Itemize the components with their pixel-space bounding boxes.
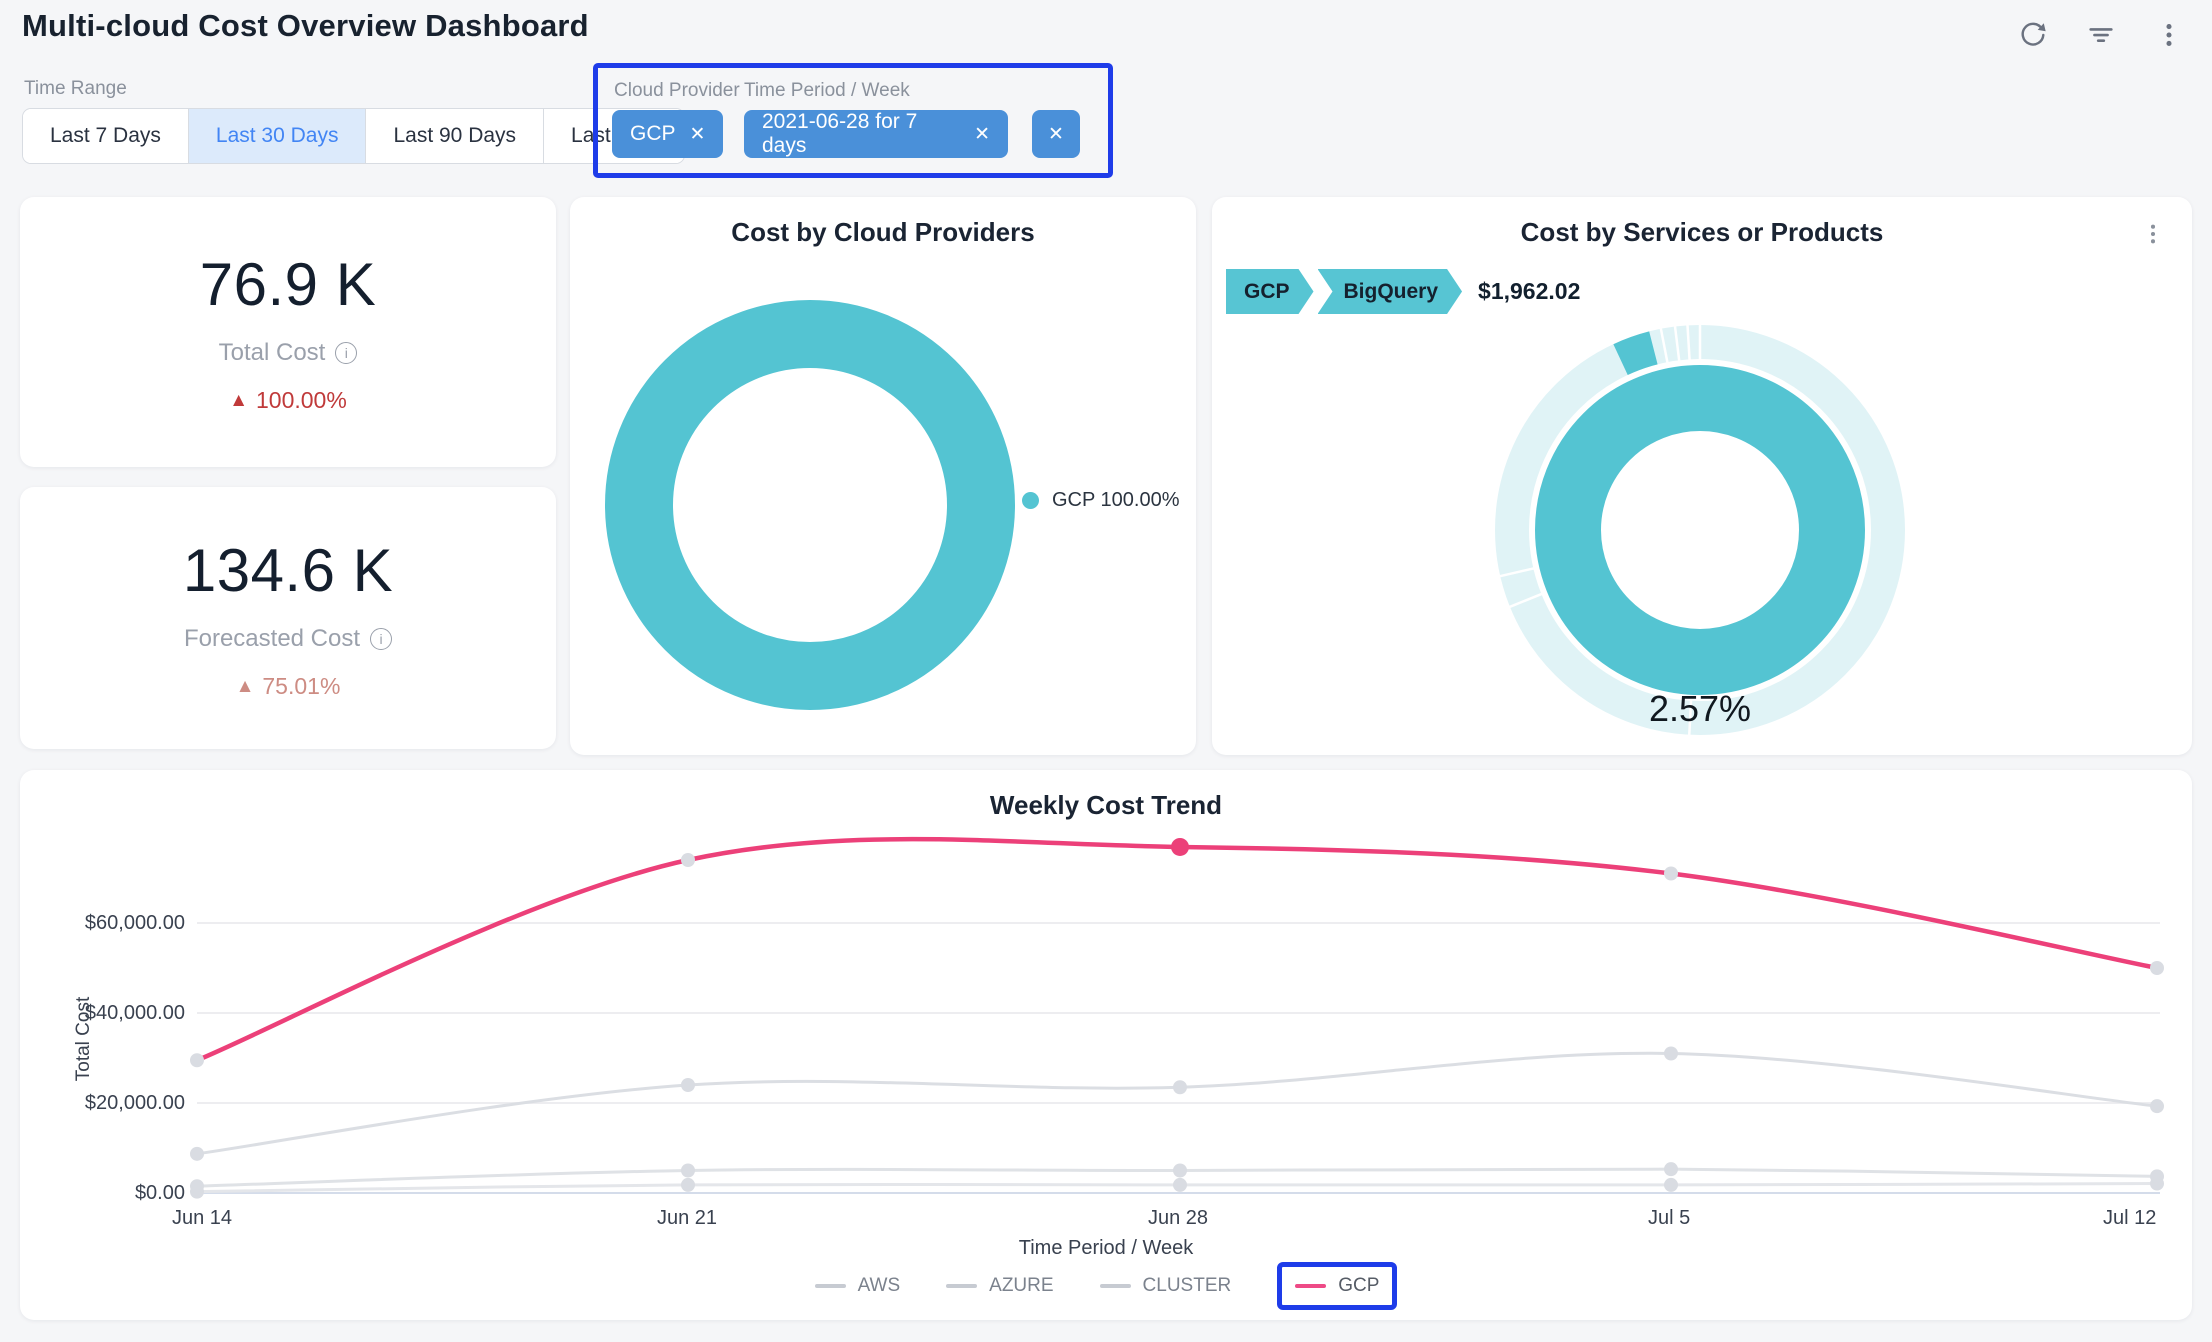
time-range-last-7-days[interactable]: Last 7 Days xyxy=(23,109,188,163)
x-axis-title: Time Period / Week xyxy=(20,1237,2192,1260)
card-more-menu-icon[interactable] xyxy=(2136,217,2170,251)
x-tick-jun-14: Jun 14 xyxy=(172,1207,232,1230)
forecasted-cost-value: 134.6 K xyxy=(183,536,393,605)
header-actions xyxy=(2016,18,2186,52)
services-breadcrumb: GCP BigQuery $1,962.02 xyxy=(1226,269,1580,314)
forecasted-cost-label: Forecasted Cost i xyxy=(184,625,392,653)
more-menu-icon[interactable] xyxy=(2152,18,2186,52)
legend-item-cluster[interactable]: CLUSTER xyxy=(1100,1275,1232,1297)
cost-by-cloud-providers-card: Cost by Cloud Providers GCP 100.00% xyxy=(570,197,1196,755)
breadcrumb-bigquery[interactable]: BigQuery xyxy=(1318,269,1463,314)
legend-label: GCP 100.00% xyxy=(1052,489,1180,512)
forecasted-cost-delta: ▲ 75.01% xyxy=(236,673,341,700)
filter-icon[interactable] xyxy=(2084,18,2118,52)
breadcrumb-amount: $1,962.02 xyxy=(1478,278,1580,305)
triangle-up-icon: ▲ xyxy=(236,676,255,698)
legend-dash-icon xyxy=(1295,1284,1326,1288)
breadcrumb-gcp[interactable]: GCP xyxy=(1226,269,1314,314)
legend-dash-icon xyxy=(1100,1284,1131,1288)
legend-label: AWS xyxy=(858,1275,901,1297)
total-cost-delta: ▲ 100.00% xyxy=(229,387,347,414)
legend-label: CLUSTER xyxy=(1143,1275,1232,1297)
chip-text: 2021-06-28 for 7 days xyxy=(762,110,960,158)
trend-legend: AWS AZURE CLUSTER GCP xyxy=(20,1262,2192,1310)
providers-donut-chart xyxy=(580,275,1040,735)
time-range-last-90-days[interactable]: Last 90 Days xyxy=(365,109,543,163)
services-donut-center-value: 2.57% xyxy=(1649,688,1751,730)
cost-by-services-card: Cost by Services or Products GCP BigQuer… xyxy=(1212,197,2192,755)
total-cost-card: 76.9 K Total Cost i ▲ 100.00% xyxy=(20,197,556,467)
services-chart-title: Cost by Services or Products xyxy=(1212,217,2192,248)
close-icon: ✕ xyxy=(1048,123,1064,146)
x-tick-jul-12: Jul 12 xyxy=(2103,1207,2156,1230)
total-cost-label: Total Cost i xyxy=(219,339,358,367)
providers-legend-item-gcp[interactable]: GCP 100.00% xyxy=(1022,489,1180,512)
legend-item-azure[interactable]: AZURE xyxy=(946,1275,1053,1297)
stat-label-text: Forecasted Cost xyxy=(184,625,360,653)
total-cost-value: 76.9 K xyxy=(200,250,376,319)
legend-dash-icon xyxy=(815,1284,846,1288)
info-icon[interactable]: i xyxy=(335,342,357,364)
x-tick-jun-28: Jun 28 xyxy=(1148,1207,1208,1230)
legend-dash-icon xyxy=(946,1284,977,1288)
providers-chart-title: Cost by Cloud Providers xyxy=(570,217,1196,248)
forecasted-cost-card: 134.6 K Forecasted Cost i ▲ 75.01% xyxy=(20,487,556,749)
legend-item-gcp annotation-box-gcp-legend[interactable]: GCP xyxy=(1277,1262,1397,1310)
chip-cloud-provider-gcp[interactable]: GCP ✕ xyxy=(612,110,723,158)
x-tick-jul-5: Jul 5 xyxy=(1648,1207,1690,1230)
chip-remove-icon[interactable]: ✕ xyxy=(690,123,706,146)
clear-all-filters-button[interactable]: ✕ xyxy=(1032,110,1080,158)
dashboard: Multi-cloud Cost Overview Dashboard Time… xyxy=(0,0,2212,1342)
time-range-segmented-control: Last 7 Days Last 30 Days Last 90 Days La… xyxy=(22,108,685,164)
refresh-icon[interactable] xyxy=(2016,18,2050,52)
time-range-label: Time Range xyxy=(24,78,127,100)
chip-text: GCP xyxy=(630,122,676,146)
legend-dot-icon xyxy=(1022,492,1039,509)
page-title: Multi-cloud Cost Overview Dashboard xyxy=(22,8,589,44)
stat-label-text: Total Cost xyxy=(219,339,326,367)
triangle-up-icon: ▲ xyxy=(229,390,248,412)
services-donut-chart xyxy=(1480,310,1920,750)
cloud-provider-label: Cloud Provider xyxy=(614,80,740,102)
x-tick-jun-21: Jun 21 xyxy=(657,1207,717,1230)
legend-label: GCP xyxy=(1338,1275,1379,1297)
time-period-label: Time Period / Week xyxy=(744,80,910,102)
legend-item-aws[interactable]: AWS xyxy=(815,1275,901,1297)
delta-text: 100.00% xyxy=(256,387,347,414)
info-icon[interactable]: i xyxy=(370,628,392,650)
delta-text: 75.01% xyxy=(262,673,340,700)
chip-remove-icon[interactable]: ✕ xyxy=(974,123,990,146)
weekly-cost-trend-card: Weekly Cost Trend $60,000.00 $40,000.00 … xyxy=(20,770,2192,1320)
legend-label: AZURE xyxy=(989,1275,1053,1297)
chip-time-period[interactable]: 2021-06-28 for 7 days ✕ xyxy=(744,110,1008,158)
time-range-last-30-days[interactable]: Last 30 Days xyxy=(188,109,366,163)
